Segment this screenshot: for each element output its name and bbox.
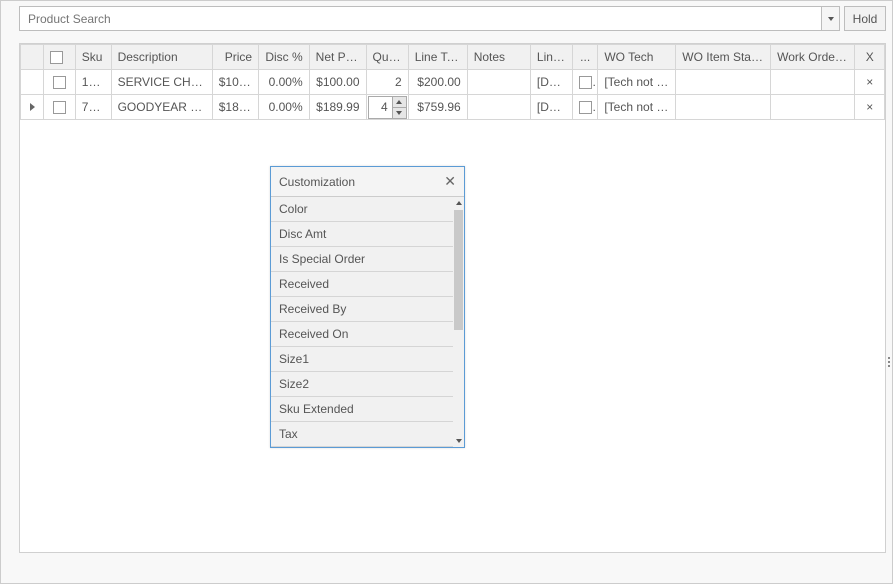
scroll-up-icon[interactable] — [453, 197, 464, 209]
customization-body: ColorDisc AmtIs Special OrderReceivedRec… — [271, 197, 464, 447]
col-notes[interactable]: Notes — [467, 45, 530, 70]
cell-disc-pct[interactable]: 0.00% — [259, 95, 310, 120]
cell-work-order-id[interactable] — [771, 70, 855, 95]
col-net-price[interactable]: Net Price — [309, 45, 366, 70]
customization-header[interactable]: Customization ✕ — [271, 167, 464, 197]
cell-wo-tech[interactable]: [Tech not set] — [598, 95, 676, 120]
cell-wo-item-status[interactable] — [676, 70, 771, 95]
scroll-thumb[interactable] — [454, 210, 463, 330]
cell-line-i[interactable]: [Def... — [530, 95, 572, 120]
cell-ellipsis-check[interactable] — [573, 95, 598, 120]
cell-line-total[interactable]: $200.00 — [408, 70, 467, 95]
resize-grip-icon[interactable] — [888, 357, 890, 367]
cell-price[interactable]: $189··· — [212, 95, 258, 120]
cell-line-total[interactable]: $759.96 — [408, 95, 467, 120]
checkbox-icon — [579, 76, 592, 89]
cell-select[interactable] — [44, 70, 76, 95]
cell-notes[interactable] — [467, 70, 530, 95]
checkbox-icon — [579, 101, 592, 114]
checkbox-icon — [50, 51, 63, 64]
cell-price[interactable]: $100··· — [212, 70, 258, 95]
cell-sku[interactable]: 10··· — [75, 70, 111, 95]
customization-item[interactable]: Disc Amt — [271, 222, 453, 247]
customization-list: ColorDisc AmtIs Special OrderReceivedRec… — [271, 197, 464, 447]
col-work-order-id[interactable]: Work Order Id — [771, 45, 855, 70]
customization-item[interactable]: Received By — [271, 297, 453, 322]
customization-popup[interactable]: Customization ✕ ColorDisc AmtIs Special … — [270, 166, 465, 448]
col-quantity[interactable]: Quan··· — [366, 45, 408, 70]
table-row[interactable]: 10···SERVICE CHARGE...$100···0.00%$100.0… — [21, 70, 885, 95]
col-line-total[interactable]: Line To··· — [408, 45, 467, 70]
customization-item[interactable]: Received On — [271, 322, 453, 347]
col-wo-item-status[interactable]: WO Item Status — [676, 45, 771, 70]
cell-quantity[interactable]: 2 — [366, 70, 408, 95]
grid-header-row: Sku Description Price Disc % Net Price Q… — [21, 45, 885, 70]
cell-indicator — [21, 70, 44, 95]
customization-item[interactable]: Received — [271, 272, 453, 297]
checkbox-icon — [53, 101, 66, 114]
customization-item[interactable]: Size1 — [271, 347, 453, 372]
product-search-dropdown[interactable] — [821, 7, 839, 30]
cell-indicator — [21, 95, 44, 120]
col-description[interactable]: Description — [111, 45, 212, 70]
cell-quantity[interactable]: 4 — [366, 95, 408, 120]
cell-wo-item-status[interactable] — [676, 95, 771, 120]
customization-item[interactable]: Is Special Order — [271, 247, 453, 272]
hold-button[interactable]: Hold — [844, 6, 886, 31]
cell-net-price[interactable]: $189.99 — [309, 95, 366, 120]
col-wo-tech[interactable]: WO Tech — [598, 45, 676, 70]
customization-scrollbar[interactable] — [453, 197, 464, 447]
cell-line-i[interactable]: [Def... — [530, 70, 572, 95]
cell-ellipsis-check[interactable] — [573, 70, 598, 95]
cell-net-price[interactable]: $100.00 — [309, 70, 366, 95]
cell-description[interactable]: SERVICE CHARGE... — [111, 70, 212, 95]
col-line-i[interactable]: Line I... — [530, 45, 572, 70]
app-window: Hold Sku Description Price Disc % — [0, 0, 893, 584]
product-search-wrap — [19, 6, 840, 31]
col-ellipsis[interactable]: ... — [573, 45, 598, 70]
toolbar: Hold — [1, 1, 892, 31]
cell-select[interactable] — [44, 95, 76, 120]
product-search-input[interactable] — [20, 7, 821, 30]
cell-description[interactable]: GOODYEAR ULT... — [111, 95, 212, 120]
cell-disc-pct[interactable]: 0.00% — [259, 70, 310, 95]
col-disc-pct[interactable]: Disc % — [259, 45, 310, 70]
customization-item[interactable]: Tax — [271, 422, 453, 447]
col-delete[interactable]: X — [855, 45, 885, 70]
customization-item[interactable]: Size2 — [271, 372, 453, 397]
col-sku[interactable]: Sku — [75, 45, 111, 70]
cell-notes[interactable] — [467, 95, 530, 120]
spin-down-button[interactable] — [393, 108, 406, 118]
chevron-down-icon — [396, 111, 402, 115]
delete-row-button[interactable]: × — [855, 70, 885, 95]
scroll-down-icon[interactable] — [453, 435, 464, 447]
quantity-stepper[interactable]: 4 — [368, 96, 407, 119]
chevron-up-icon — [396, 100, 402, 104]
spin-up-button[interactable] — [393, 97, 406, 108]
cell-wo-tech[interactable]: [Tech not set] — [598, 70, 676, 95]
customization-item[interactable]: Color — [271, 197, 453, 222]
table-row[interactable]: 76···GOODYEAR ULT...$189···0.00%$189.994… — [21, 95, 885, 120]
current-row-indicator-icon — [30, 103, 35, 111]
close-icon[interactable]: ✕ — [444, 173, 456, 190]
checkbox-icon — [53, 76, 66, 89]
quantity-value: 4 — [369, 97, 392, 118]
col-select-all[interactable] — [44, 45, 76, 70]
customization-item[interactable]: Sku Extended — [271, 397, 453, 422]
customization-title: Customization — [279, 175, 355, 189]
cell-work-order-id[interactable] — [771, 95, 855, 120]
col-price[interactable]: Price — [212, 45, 258, 70]
delete-row-button[interactable]: × — [855, 95, 885, 120]
cell-sku[interactable]: 76··· — [75, 95, 111, 120]
chevron-down-icon — [828, 17, 834, 21]
col-row-indicator[interactable] — [21, 45, 44, 70]
